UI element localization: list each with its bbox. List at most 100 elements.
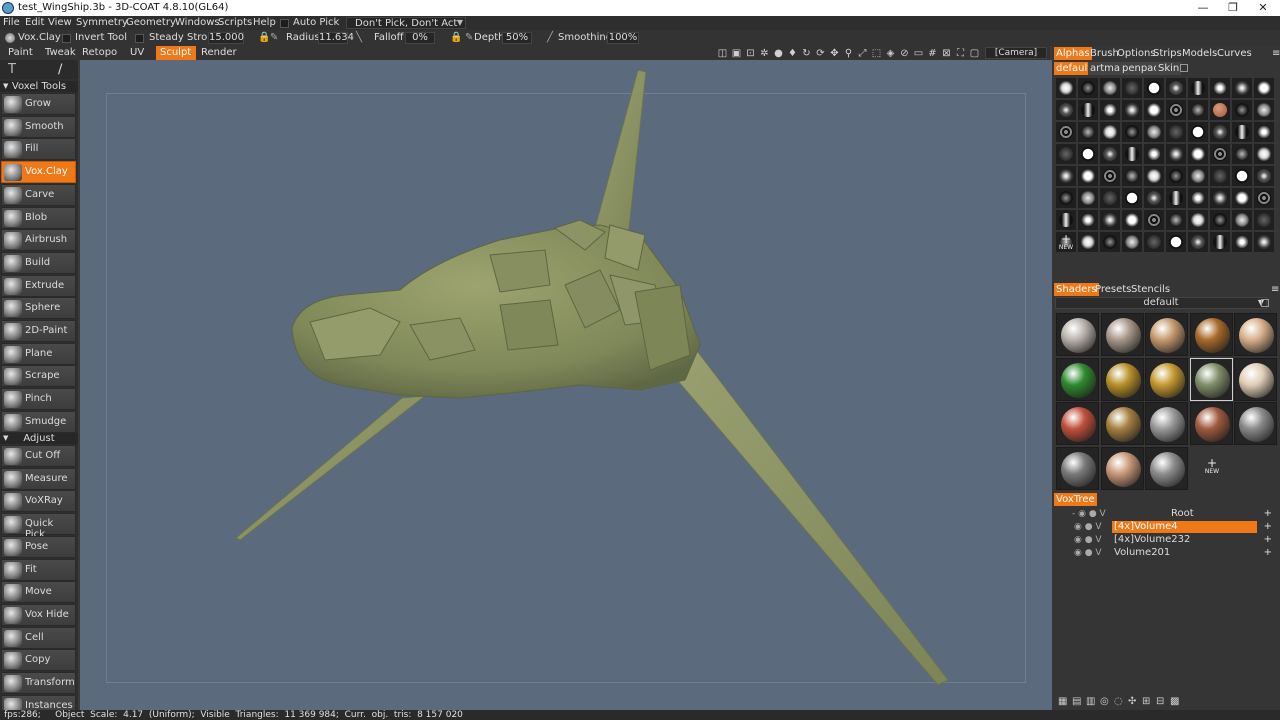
water-drop-icon[interactable]: ♦ [787, 48, 798, 59]
reset-view-icon[interactable]: ↻ [801, 48, 812, 59]
alpha-thumbnail[interactable] [1100, 210, 1120, 230]
voxtree-move-icon[interactable]: ✣ [1128, 696, 1136, 707]
add-volume-button[interactable]: + [1264, 508, 1272, 520]
radius-value[interactable]: 11.634 [318, 32, 354, 44]
tool-quick-pick[interactable]: Quick Pick [1, 513, 76, 540]
alpha-thumbnail[interactable] [1232, 188, 1252, 208]
shader-thumbnail[interactable] [1145, 313, 1188, 356]
voxtree-folder-icon[interactable]: ▤ [1072, 696, 1081, 707]
tool-sphere[interactable]: Sphere [1, 297, 76, 320]
tab-sculpt[interactable]: Sculpt [156, 46, 196, 60]
adjust-header[interactable]: ▼ Adjust [0, 433, 78, 444]
tab-stencils[interactable]: Stencils [1129, 283, 1172, 296]
tool-smudge[interactable]: Smudge [1, 410, 76, 433]
alpha-thumbnail[interactable] [1166, 188, 1186, 208]
alpha-thumbnail[interactable] [1166, 166, 1186, 186]
alpha-thumbnail[interactable] [1122, 232, 1142, 252]
menu-help[interactable]: Help [253, 17, 276, 28]
tool-build[interactable]: Build [1, 251, 76, 274]
tab-tweak[interactable]: Tweak [41, 46, 80, 60]
invert-tool-checkbox[interactable] [62, 34, 71, 43]
menu-scripts[interactable]: Scripts [218, 17, 252, 28]
brush-stroke-icon[interactable]: ∕ [58, 62, 62, 77]
tab-models[interactable]: Models [1180, 47, 1219, 60]
tool-vox-clay[interactable]: Vox.Clay [1, 161, 76, 184]
tool-pose[interactable]: Pose [1, 535, 76, 558]
tool-move[interactable]: Move [1, 581, 76, 604]
tab-alphas[interactable]: Alphas [1054, 47, 1092, 60]
lock-view-icon[interactable]: ⊡ [745, 48, 756, 59]
alpha-thumbnail[interactable] [1188, 144, 1208, 164]
alpha-thumbnail[interactable] [1166, 232, 1186, 252]
voxtree-link-icon[interactable]: ⊞ [1142, 696, 1150, 707]
alpha-thumbnail[interactable] [1056, 100, 1076, 120]
alpha-thumbnail[interactable] [1056, 166, 1076, 186]
pen-pressure-icon[interactable]: ✎ [270, 32, 278, 43]
voxtree-split-icon[interactable]: ⊟ [1156, 696, 1164, 707]
camera-dropdown[interactable]: [Camera] [985, 47, 1047, 59]
alpha-thumbnail[interactable] [1078, 100, 1098, 120]
wingship-model[interactable] [80, 60, 1052, 710]
alpha-thumbnail[interactable] [1078, 122, 1098, 142]
add-shader-folder-icon[interactable] [1261, 299, 1269, 307]
text-tool-icon[interactable]: T [8, 62, 16, 77]
shader-thumbnail[interactable] [1056, 446, 1099, 490]
alpha-thumbnail[interactable] [1210, 232, 1230, 252]
tab-render[interactable]: Render [197, 46, 241, 60]
shader-thumbnail[interactable] [1100, 446, 1144, 490]
add-child-button[interactable]: + [1264, 521, 1272, 533]
tool-measure[interactable]: Measure [1, 467, 76, 490]
tab-retopo[interactable]: Retopo [78, 46, 121, 60]
shader-thumbnail[interactable] [1145, 402, 1188, 445]
shader-thumbnail[interactable] [1145, 357, 1188, 401]
alpha-thumbnail[interactable] [1122, 210, 1142, 230]
alpha-thumbnail[interactable] [1254, 100, 1274, 120]
auto-pick-checkbox[interactable] [280, 19, 289, 28]
alpha-thumbnail[interactable] [1078, 188, 1098, 208]
tab-presets[interactable]: Presets [1093, 283, 1133, 296]
minimize-button[interactable]: — [1188, 0, 1218, 16]
alpha-thumbnail[interactable] [1078, 232, 1098, 252]
alpha-thumbnail[interactable] [1100, 78, 1120, 98]
voxtree-copy-icon[interactable]: ▥ [1086, 696, 1095, 707]
alpha-thumbnail[interactable] [1056, 210, 1076, 230]
steady-stroke-value[interactable]: 15.000 [208, 32, 244, 44]
alpha-thumbnail[interactable] [1100, 144, 1120, 164]
alpha-thumbnail[interactable] [1210, 100, 1230, 120]
alpha-thumbnail[interactable] [1254, 232, 1274, 252]
voxtree-add-icon[interactable]: ▦ [1058, 696, 1067, 707]
alpha-thumbnail[interactable] [1056, 78, 1076, 98]
screen-icon[interactable]: ▭ [913, 48, 924, 59]
alpha-thumbnail[interactable] [1144, 232, 1164, 252]
steady-stroke-checkbox[interactable] [135, 34, 144, 43]
alpha-thumbnail[interactable] [1166, 122, 1186, 142]
tab-uv[interactable]: UV [126, 46, 148, 60]
alpha-thumbnail[interactable] [1144, 78, 1164, 98]
alpha-thumbnail[interactable] [1122, 166, 1142, 186]
shader-thumbnail[interactable] [1100, 357, 1144, 401]
alpha-thumbnail[interactable] [1100, 122, 1120, 142]
voxtree-item[interactable]: ◉ ● V Volume201 + [1052, 547, 1280, 559]
tool-copy[interactable]: Copy [1, 649, 76, 672]
tool-grow[interactable]: Grow [1, 93, 76, 115]
visibility-icon[interactable]: ◉ ● V [1074, 521, 1102, 533]
depth-pressure-icon[interactable]: ✎ [465, 32, 473, 43]
alpha-thumbnail[interactable] [1232, 78, 1252, 98]
tab-paint[interactable]: Paint [4, 46, 37, 60]
shader-thumbnail[interactable] [1189, 357, 1233, 401]
tool-2d-paint[interactable]: 2D-Paint [1, 320, 76, 342]
menu-windows[interactable]: Windows [175, 17, 220, 28]
smoothing-value[interactable]: 100% [607, 32, 639, 44]
alpha-thumbnail[interactable] [1254, 78, 1274, 98]
new-alpha-button[interactable]: + NEW [1056, 233, 1076, 254]
shader-thumbnail[interactable] [1234, 313, 1277, 356]
alpha-thumbnail[interactable] [1188, 78, 1208, 98]
tab-strips[interactable]: Strips [1151, 47, 1184, 60]
no-symbol-icon[interactable]: ⊘ [899, 48, 910, 59]
alpha-thumbnail[interactable] [1100, 188, 1120, 208]
alpha-thumbnail[interactable] [1078, 78, 1098, 98]
alpha-thumbnail[interactable] [1122, 78, 1142, 98]
alpha-thumbnail[interactable] [1166, 144, 1186, 164]
falloff-curve-icon[interactable]: ╲ [356, 32, 362, 43]
alpha-thumbnail[interactable] [1254, 210, 1274, 230]
